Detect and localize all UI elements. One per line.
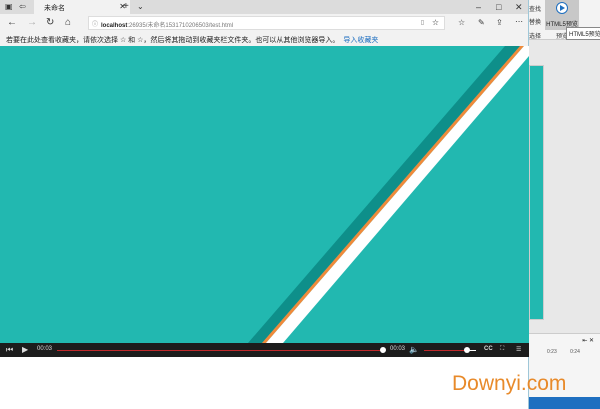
current-time: 00:03 bbox=[37, 346, 53, 352]
set-aside-tabs-icon[interactable]: ⇦ bbox=[19, 2, 26, 11]
captions-icon[interactable]: CC bbox=[484, 346, 493, 352]
favorites-icon[interactable]: ☆ bbox=[458, 18, 465, 27]
reading-view-icon[interactable]: ▯ bbox=[421, 19, 424, 26]
video-graphic bbox=[248, 46, 529, 343]
new-tab-icon[interactable]: + bbox=[123, 1, 129, 12]
tab-active[interactable]: 未命名 ✕ bbox=[34, 0, 130, 14]
dark-band bbox=[248, 46, 520, 343]
skip-back-icon[interactable]: ⏮ bbox=[6, 345, 13, 355]
html5-preview-button[interactable]: HTML5预览 bbox=[545, 0, 579, 30]
video-controls: ⏮ ▶ 00:03 00:03 🔈 CC ⛶ ☰ bbox=[0, 343, 529, 357]
volume-icon[interactable]: 🔈 bbox=[409, 345, 419, 354]
timeline-panel: ⇤ ✕ 0:23 0:24 bbox=[529, 333, 600, 409]
video-frame[interactable] bbox=[0, 46, 529, 343]
tab-preview-icon[interactable]: ▣ bbox=[5, 2, 13, 11]
seek-bar[interactable] bbox=[57, 350, 383, 351]
back-icon[interactable]: ← bbox=[7, 17, 17, 28]
favorites-hint: 若要在此处查看收藏夹，请依次选择 ☆ 和 ☆，然后将其拖动到收藏夹栏文件夹。也可… bbox=[6, 37, 340, 44]
background-editor-app: 查找 替换 选择 HTML5预览 预览 HTML5预览 ⇤ ✕ 0:23 0:2… bbox=[529, 0, 600, 409]
fullscreen-icon[interactable]: ⛶ bbox=[500, 346, 504, 353]
tooltip: HTML5预览 bbox=[566, 27, 600, 40]
close-icon[interactable]: ⇤ ✕ bbox=[582, 337, 594, 344]
more-icon[interactable]: ⋯ bbox=[515, 17, 523, 26]
forward-icon[interactable]: → bbox=[27, 17, 37, 28]
minimize-icon[interactable]: – bbox=[476, 2, 481, 12]
ribbon: 查找 替换 选择 HTML5预览 预览 HTML5预览 bbox=[529, 0, 600, 40]
refresh-icon[interactable]: ↻ bbox=[46, 17, 54, 28]
seek-handle[interactable] bbox=[380, 347, 386, 353]
timeline-ruler: 0:23 0:24 bbox=[529, 349, 580, 355]
ruler-tick: 0:24 bbox=[570, 349, 580, 355]
volume-bar[interactable] bbox=[424, 350, 467, 351]
maximize-icon[interactable]: □ bbox=[496, 2, 501, 12]
close-window-icon[interactable]: ✕ bbox=[515, 2, 523, 13]
browser-window: ▣ ⇦ 未命名 ✕ + ⌄ – □ ✕ ← → ↻ ⌂ ⓘ localhost:… bbox=[0, 0, 529, 409]
slide-thumbnail[interactable] bbox=[529, 65, 544, 320]
import-favorites-link[interactable]: 导入收藏夹 bbox=[343, 37, 378, 44]
play-icon[interactable]: ▶ bbox=[22, 345, 28, 354]
url-host: localhost bbox=[101, 23, 128, 29]
volume-handle[interactable] bbox=[464, 347, 470, 353]
watermark: Downyi.com bbox=[452, 372, 567, 395]
home-icon[interactable]: ⌂ bbox=[65, 17, 71, 28]
status-bar bbox=[529, 397, 600, 409]
find-button[interactable]: 查找 bbox=[529, 4, 541, 13]
replace-button[interactable]: 替换 bbox=[529, 17, 541, 26]
orange-stripe bbox=[262, 46, 524, 343]
share-icon[interactable]: ⇪ bbox=[496, 18, 503, 27]
select-button[interactable]: 选择 bbox=[529, 31, 541, 40]
tab-title: 未命名 bbox=[44, 5, 65, 12]
ruler-tick: 0:23 bbox=[547, 349, 557, 355]
address-bar-row: ← → ↻ ⌂ ⓘ localhost:26935/未命名15317102065… bbox=[0, 14, 528, 32]
play-circle-icon bbox=[556, 2, 568, 14]
tab-bar: ▣ ⇦ 未命名 ✕ + ⌄ – □ ✕ bbox=[0, 0, 528, 14]
chevron-down-icon[interactable]: ⌄ bbox=[137, 2, 144, 11]
duration: 00:03 bbox=[390, 346, 406, 352]
favorite-star-icon[interactable]: ☆ bbox=[432, 18, 439, 27]
url-input[interactable]: ⓘ localhost:26935/未命名1531710206503/test.… bbox=[88, 16, 445, 30]
url-path: :26935/未命名1531710206503/test.html bbox=[127, 23, 234, 29]
pen-icon[interactable]: ✎ bbox=[478, 18, 485, 27]
white-stripe bbox=[266, 46, 529, 343]
info-icon: ⓘ bbox=[92, 22, 99, 28]
favorites-bar: 若要在此处查看收藏夹，请依次选择 ☆ 和 ☆，然后将其拖动到收藏夹栏文件夹。也可… bbox=[0, 32, 528, 46]
settings-icon[interactable]: ☰ bbox=[516, 346, 521, 353]
